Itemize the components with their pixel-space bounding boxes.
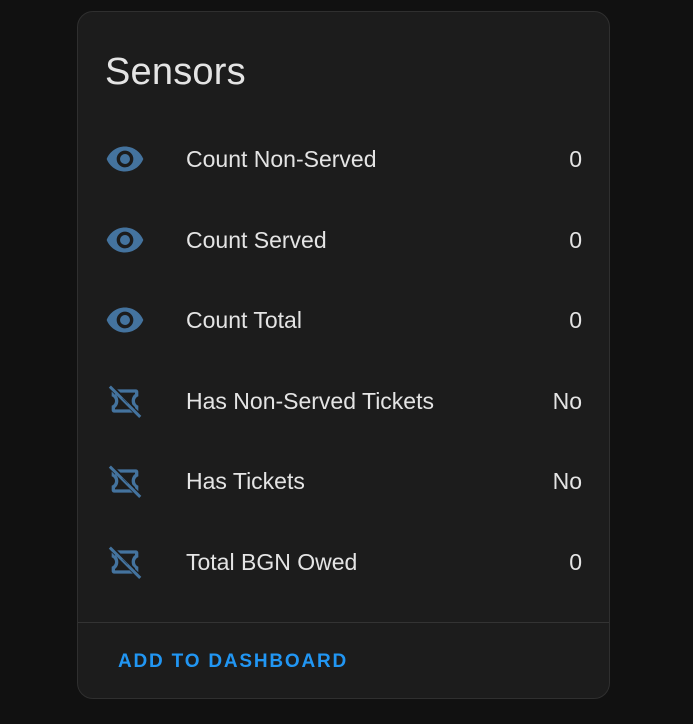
- sensor-label: Count Non-Served: [186, 146, 377, 172]
- card-actions-divider: [78, 622, 609, 623]
- sensor-row-count-served[interactable]: Count Served 0: [78, 200, 609, 281]
- sensor-value: 0: [569, 548, 582, 575]
- sensor-label: Count Served: [186, 226, 327, 253]
- sensor-row-count-non-served[interactable]: Count Non-Served 0: [78, 119, 609, 200]
- sensor-value: No: [552, 468, 582, 494]
- ticket-off-icon: [105, 461, 145, 501]
- sensor-row-total-bgn-owed[interactable]: Total BGN Owed 0: [78, 522, 609, 603]
- card-title: Sensors: [105, 51, 246, 93]
- sensor-value: 0: [569, 307, 582, 333]
- sensor-label: Total BGN Owed: [186, 548, 358, 575]
- sensor-row-has-tickets[interactable]: Has Tickets No: [78, 441, 609, 522]
- eye-icon: [105, 220, 145, 260]
- sensor-value: 0: [569, 226, 582, 253]
- sensors-card: Sensors Count Non-Served 0 Count Served …: [77, 11, 610, 699]
- sensor-label: Count Total: [186, 307, 302, 333]
- eye-icon: [105, 139, 145, 179]
- sensor-label: Has Tickets: [186, 468, 305, 494]
- eye-icon: [105, 300, 145, 340]
- sensor-value: 0: [569, 146, 582, 172]
- sensor-value: No: [552, 387, 582, 414]
- sensor-row-count-total[interactable]: Count Total 0: [78, 280, 609, 361]
- sensor-row-has-non-served-tickets[interactable]: Has Non-Served Tickets No: [78, 361, 609, 442]
- ticket-off-icon: [105, 381, 145, 421]
- ticket-off-icon: [105, 542, 145, 582]
- add-to-dashboard-button[interactable]: ADD TO DASHBOARD: [106, 636, 360, 688]
- sensor-list: Count Non-Served 0 Count Served 0 Count …: [78, 119, 609, 602]
- sensor-label: Has Non-Served Tickets: [186, 387, 434, 414]
